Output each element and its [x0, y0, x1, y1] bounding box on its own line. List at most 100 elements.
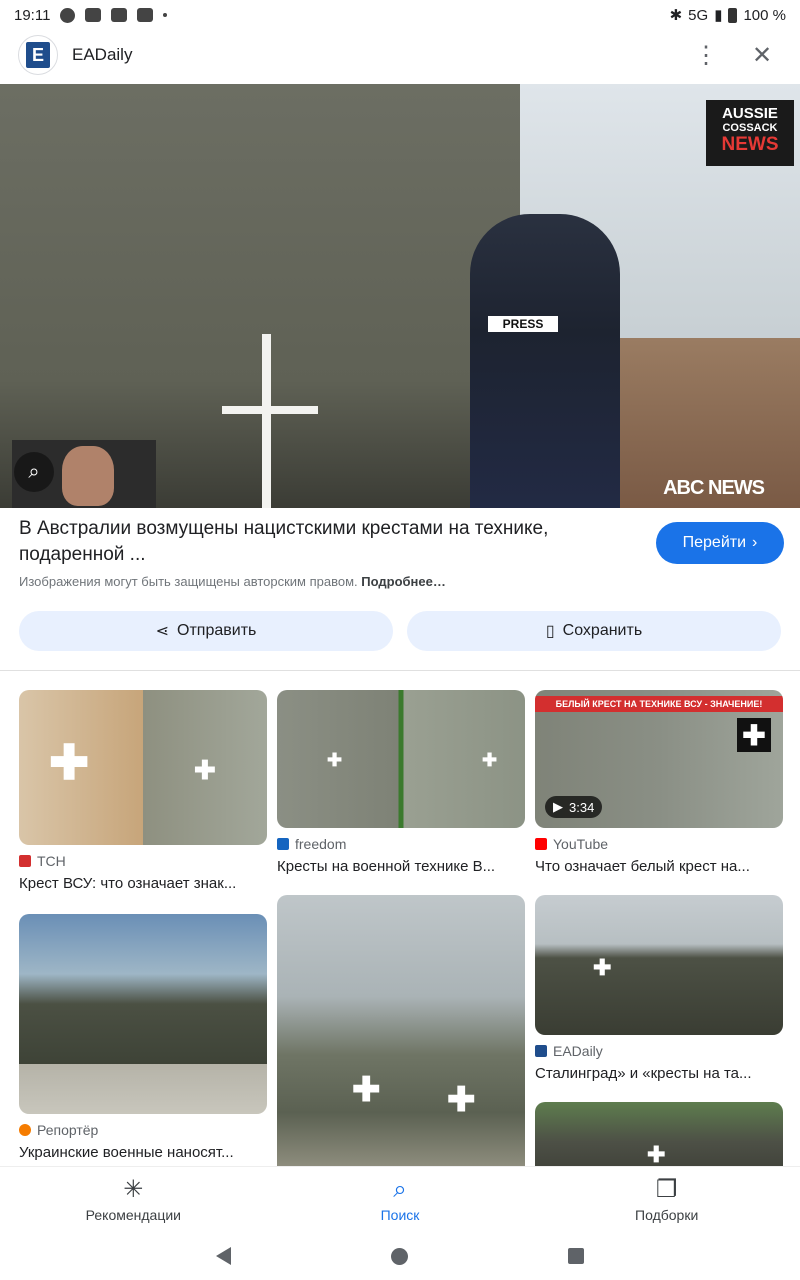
nav-recommendations[interactable]: ✳ Рекомендации: [0, 1167, 267, 1232]
share-button[interactable]: ⋖ Отправить: [19, 611, 393, 651]
cross-mark: ✚: [194, 755, 216, 785]
related-thumbnail: [19, 914, 267, 1114]
related-source-label: TCH: [37, 853, 66, 869]
related-thumbnail: ✚ ✚: [277, 895, 525, 1166]
result-info: В Австралии возмущены нацистскими креста…: [19, 516, 784, 589]
back-icon[interactable]: [216, 1247, 231, 1265]
related-source-label: YouTube: [553, 836, 609, 852]
related-caption: Что означает белый крест на...: [535, 858, 750, 875]
nav-search-label: Поиск: [380, 1206, 420, 1223]
freedom-favicon-icon: [277, 838, 289, 850]
action-buttons: ⋖ Отправить ▯ Сохранить: [19, 611, 781, 651]
related-source: EADaily: [535, 1043, 783, 1059]
related-caption: Кресты на военной технике В...: [277, 858, 496, 875]
press-vest-label: PRESS: [488, 316, 558, 332]
related-thumbnail: БЕЛЫЙ КРЕСТ НА ТЕХНИКЕ ВСУ - ЗНАЧЕНИЕ! ✚…: [535, 690, 783, 828]
related-card[interactable]: ✚ ✚ TCH Крест ВСУ: что означает знак...: [19, 690, 267, 892]
home-icon[interactable]: [391, 1247, 408, 1265]
save-label: Сохранить: [562, 622, 643, 639]
play-icon: ▶: [553, 799, 563, 814]
related-thumbnail: ✚: [535, 1102, 783, 1166]
nav-recommendations-label: Рекомендации: [85, 1206, 181, 1223]
related-card[interactable]: ✚: [535, 1102, 783, 1166]
clock: 19:11: [14, 6, 51, 24]
related-source: TCH: [19, 853, 267, 869]
collections-icon: ❐: [655, 1175, 678, 1203]
visit-button[interactable]: Перейти ›: [656, 522, 784, 564]
battery-label: 100 %: [743, 6, 786, 24]
badge-line1: AUSSIE: [722, 105, 778, 122]
visit-button-label: Перейти: [682, 534, 747, 551]
network-label: 5G: [688, 6, 709, 24]
eadaily-favicon-icon: [535, 1045, 547, 1057]
cross-mark: ✚: [447, 1081, 476, 1119]
hero-image[interactable]: PRESS AUSSIE COSSACK NEWS ABC NEWS ⌕: [0, 84, 800, 508]
badge-line2: COSSACK: [722, 122, 778, 134]
related-card[interactable]: ✚ ✚ freedom Кресты на военной технике В.…: [277, 690, 525, 875]
share-icon: ⋖: [155, 623, 170, 640]
abc-news-watermark: ABC NEWS: [663, 477, 765, 499]
save-button[interactable]: ▯ Сохранить: [407, 611, 781, 651]
nav-collections-label: Подборки: [635, 1206, 699, 1223]
inset-face: [62, 446, 114, 506]
related-card[interactable]: ✚ EADaily Сталинград» и «кресты на та...: [535, 895, 783, 1082]
cross-mark: ✚: [593, 955, 612, 980]
related-source-label: EADaily: [553, 1043, 603, 1059]
related-thumbnail: ✚ ✚: [19, 690, 267, 845]
bookmark-icon: ▯: [545, 623, 555, 640]
related-images-grid: ✚ ✚ TCH Крест ВСУ: что означает знак... …: [0, 690, 800, 1166]
nav-collections[interactable]: ❐ Подборки: [533, 1167, 800, 1232]
hero-cross-horizontal: [222, 406, 318, 414]
close-icon[interactable]: ✕: [742, 35, 782, 75]
related-card[interactable]: БЕЛЫЙ КРЕСТ НА ТЕХНИКЕ ВСУ - ЗНАЧЕНИЕ! ✚…: [535, 690, 783, 875]
related-source: freedom: [277, 836, 525, 852]
divider: [0, 670, 800, 671]
video-duration: ▶ 3:34: [545, 796, 603, 818]
related-source: Репортёр: [19, 1122, 267, 1138]
youtube-icon: [111, 8, 128, 22]
sparkle-icon: ✳: [123, 1175, 144, 1203]
battery-icon: [728, 7, 738, 23]
related-source-label: freedom: [295, 836, 347, 852]
copyright-text: Изображения могут быть защищены авторски…: [19, 574, 358, 589]
cross-mark: ✚: [49, 737, 90, 790]
video-duration-label: 3:34: [569, 799, 595, 815]
related-thumbnail: ✚ ✚: [277, 690, 525, 828]
tsn-favicon-icon: [19, 855, 31, 867]
cross-mark: ✚: [647, 1142, 666, 1166]
reporter-favicon-icon: [19, 1124, 31, 1136]
site-logo-letter: E: [26, 42, 50, 68]
hero-cross-vertical: [262, 334, 271, 508]
app-bar: E EADaily ⋮ ✕: [0, 30, 800, 80]
cross-emblem-icon: ✚: [737, 718, 771, 752]
cross-mark: ✚: [482, 750, 498, 770]
whatsapp-icon: [60, 7, 76, 23]
related-caption: Сталинград» и «кресты на та...: [535, 1065, 752, 1082]
related-card[interactable]: Репортёр Украинские военные наносят...: [19, 914, 267, 1161]
youtube-favicon-icon: [535, 838, 547, 850]
copyright-more-link[interactable]: Подробнее…: [361, 574, 446, 589]
related-source: YouTube: [535, 836, 783, 852]
copyright-notice: Изображения могут быть защищены авторски…: [19, 574, 619, 589]
lens-search-icon[interactable]: ⌕: [14, 452, 54, 492]
hero-reporter: [470, 214, 620, 508]
related-caption: Крест ВСУ: что означает знак...: [19, 875, 237, 892]
channel-badge: AUSSIE COSSACK NEWS: [706, 100, 794, 166]
site-logo[interactable]: E: [18, 35, 58, 75]
site-name[interactable]: EADaily: [72, 45, 132, 65]
more-options-icon[interactable]: ⋮: [686, 35, 726, 75]
signal-icon: ▮: [714, 7, 723, 24]
chevron-right-icon: ›: [752, 534, 758, 551]
news-icon: [85, 8, 102, 22]
youtube-icon: [137, 8, 154, 22]
share-label: Отправить: [177, 622, 257, 639]
related-card[interactable]: ✚ ✚: [277, 895, 525, 1166]
status-bar: 19:11 ✱ 5G ▮ 100 %: [0, 0, 800, 30]
result-title[interactable]: В Австралии возмущены нацистскими креста…: [19, 516, 619, 568]
related-thumbnail: ✚: [535, 895, 783, 1035]
nav-search[interactable]: ⌕ Поиск: [267, 1167, 534, 1232]
cross-mark: ✚: [327, 750, 343, 770]
recents-icon[interactable]: [568, 1248, 584, 1264]
related-source-label: Репортёр: [37, 1122, 99, 1138]
system-navigation: [0, 1232, 800, 1280]
